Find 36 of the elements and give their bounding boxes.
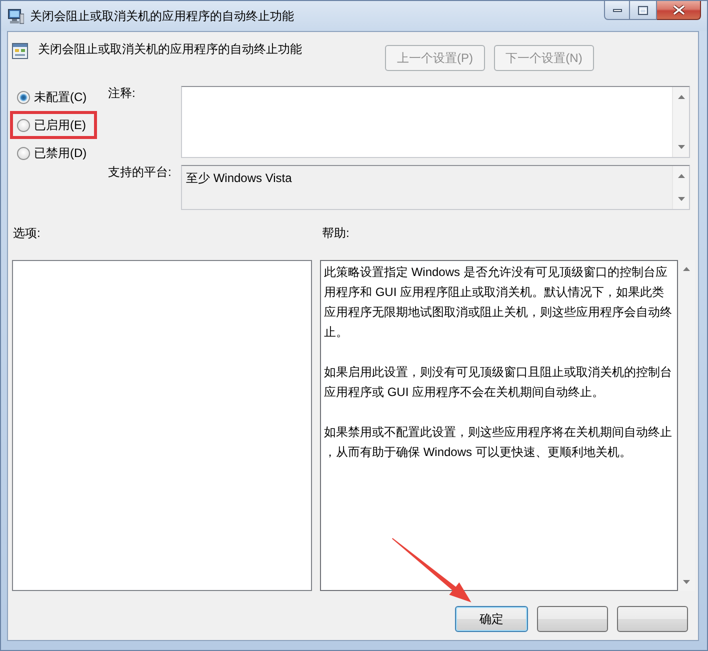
scrollbar[interactable]: [672, 166, 689, 209]
arrow-up-icon[interactable]: [678, 95, 684, 99]
close-icon: [672, 5, 684, 15]
radio-button[interactable]: [17, 118, 30, 132]
dialog-button[interactable]: [617, 606, 688, 632]
radio-label[interactable]: 未配置(C): [34, 89, 87, 105]
radio-button[interactable]: [17, 146, 30, 160]
options-label: 选项:: [13, 225, 40, 241]
policy-title: 关闭会阻止或取消关机的应用程序的自动终止功能: [38, 41, 302, 57]
radio-button[interactable]: [17, 90, 30, 104]
close-button[interactable]: [657, 1, 701, 20]
maximize-icon: [638, 6, 648, 14]
help-paragraph: 如果禁用或不配置此设置，则这些应用程序将在关机期间自动终止，从而有助于确保 Windows 可以更快速、更顺利地关机。: [324, 424, 673, 461]
arrow-down-icon[interactable]: [678, 145, 684, 149]
help-paragraph: 此策略设置指定 Windows 是否允许没有可见顶级窗口的控制台应用程序和 GUI 应用程序阻止或取消关机。默认情况下，如果此类应用程序无限期地试图取消或阻止关机，则这些应用程序会自动终止。: [324, 264, 673, 341]
minimize-button[interactable]: [604, 1, 630, 20]
maximize-button[interactable]: [630, 1, 657, 20]
arrow-down-icon[interactable]: [678, 197, 684, 201]
computer-icon: [8, 8, 24, 24]
window-icon: [12, 43, 28, 59]
minimize-icon: [612, 8, 622, 12]
help-label: 帮助:: [322, 225, 350, 241]
comment-field[interactable]: [181, 86, 690, 158]
dialog-button[interactable]: 确定: [455, 606, 528, 632]
radio-label[interactable]: 已禁用(D): [34, 145, 87, 161]
help-paragraph: 如果启用此设置，则没有可见顶级窗口且阻止或取消关机的控制台应用程序或 GUI 应用程序不会在关机期间自动终止。: [324, 364, 673, 401]
dialog-button[interactable]: [537, 606, 608, 632]
window-title: 关闭会阻止或取消关机的应用程序的自动终止功能: [30, 8, 294, 24]
radio-label[interactable]: 已启用(E): [34, 117, 86, 133]
platform-label: 支持的平台:: [107, 164, 172, 180]
scrollbar[interactable]: [672, 87, 689, 157]
platform-text: 至少 Windows Vista: [185, 170, 292, 186]
arrow-up-icon[interactable]: [683, 267, 690, 271]
comment-label: 注释:: [107, 85, 136, 101]
arrow-up-icon[interactable]: [678, 174, 684, 178]
arrow-down-icon[interactable]: [683, 580, 690, 584]
